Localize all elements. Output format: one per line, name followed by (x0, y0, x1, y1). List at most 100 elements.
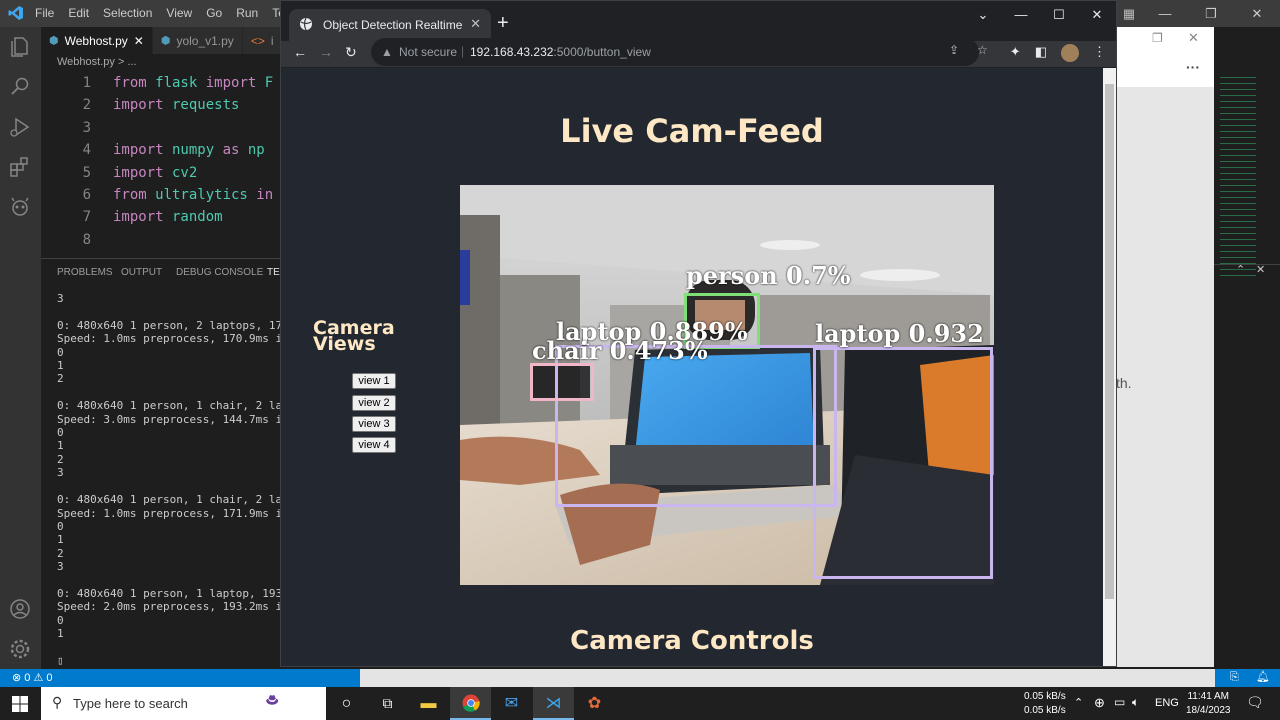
close-panel-icon[interactable]: ✕ (1256, 263, 1265, 276)
task-view-icon[interactable]: ⧉ (367, 687, 408, 720)
windows-start-icon[interactable] (12, 696, 28, 712)
editor-tabs: ⬢ Webhost.py ✕ ⬢ yolo_v1.py <> i (41, 27, 301, 54)
minimize-button[interactable]: — (1002, 1, 1040, 31)
extensions-icon[interactable] (8, 155, 32, 179)
close-button[interactable]: ✕ (1234, 6, 1280, 22)
menu-file[interactable]: File (35, 6, 63, 20)
search-placeholder: Type here to search (73, 696, 188, 711)
explorer-icon[interactable] (8, 35, 32, 59)
search-highlight-icon[interactable]: 🎩︎ (266, 689, 278, 715)
menu-view[interactable]: View (166, 6, 201, 20)
bookmark-star-icon[interactable]: ☆ (977, 43, 988, 57)
tab-yolo[interactable]: ⬢ yolo_v1.py (152, 27, 243, 54)
menu-selection[interactable]: Selection (103, 6, 161, 20)
bg-restore-icon[interactable]: ❐ (1152, 31, 1163, 45)
identifier: ultralytics (146, 187, 257, 203)
line-number: 2 (82, 97, 91, 114)
close-button[interactable]: ✕ (1078, 1, 1116, 31)
close-tab-icon[interactable]: ✕ (134, 34, 144, 48)
action-center-icon[interactable]: 🗨︎ (1246, 694, 1264, 711)
language-indicator[interactable]: ENG (1155, 697, 1179, 709)
taskbar-search-box[interactable]: ⚲ Type here to search 🎩︎ (41, 687, 326, 720)
restore-button[interactable]: ❐ (1188, 6, 1234, 22)
chrome-taskbar-icon[interactable] (450, 687, 491, 720)
forward-arrow-icon[interactable]: → (319, 44, 333, 60)
file-explorer-icon[interactable]: ▬ (408, 687, 449, 720)
chrome-menu-icon[interactable]: ⋮ (1093, 44, 1106, 62)
tab-label: Webhost.py (64, 33, 128, 48)
chevron-up-icon[interactable]: ⌃ (1236, 263, 1245, 276)
tab-title: Object Detection Realtime (323, 18, 463, 32)
view-2-button[interactable]: view 2 (352, 395, 396, 411)
page-scrollbar[interactable] (1103, 68, 1116, 666)
code-line: 2 import requests (41, 94, 240, 116)
extensions-puzzle-icon[interactable]: ✦ (1010, 44, 1021, 62)
tab-debug-console[interactable]: DEBUG CONSOLE (176, 267, 263, 278)
feedback-icon[interactable]: ⎘ (1230, 671, 1239, 684)
profile-avatar[interactable] (1061, 44, 1079, 62)
cortana-icon[interactable]: ○ (326, 687, 367, 720)
menu-go[interactable]: Go (206, 6, 231, 20)
not-secure-label[interactable]: Not secure (399, 45, 457, 59)
new-tab-button[interactable]: + (497, 12, 509, 35)
line-number: 5 (82, 164, 91, 181)
battery-icon[interactable]: ▭ (1114, 695, 1125, 709)
clock[interactable]: 11:41 AM 18/4/2023 (1186, 690, 1231, 718)
bg-window-bottom (360, 669, 1215, 687)
app-taskbar-icon[interactable]: ✿ (574, 687, 615, 720)
layout-custom-icon[interactable]: ▦ (1118, 3, 1140, 25)
bg-window-text: th. (1116, 375, 1132, 391)
share-icon[interactable]: ⇪ (949, 43, 959, 57)
notifications-bell-icon[interactable]: 🔔︎ (1256, 670, 1270, 683)
tab-webhost[interactable]: ⬢ Webhost.py ✕ (41, 27, 153, 54)
chrome-toolbar: ← → ↻ ▲ Not secure | 192.168.43.232:5000… (281, 38, 1116, 67)
minimize-button[interactable]: — (1142, 6, 1188, 21)
scrollbar-thumb[interactable] (1105, 84, 1114, 599)
tab-output[interactable]: OUTPUT (121, 267, 162, 278)
back-arrow-icon[interactable]: ← (293, 44, 307, 60)
tab-search-icon[interactable]: ⌄ (964, 1, 1002, 31)
settings-gear-icon[interactable] (8, 637, 32, 661)
tab-other[interactable]: <> i (242, 27, 283, 54)
url-path: :5000/button_view (553, 45, 651, 59)
view-1-button[interactable]: view 1 (352, 373, 396, 389)
tab-problems[interactable]: PROBLEMS (57, 267, 113, 278)
pane-divider (1214, 264, 1280, 265)
menu-run[interactable]: Run (236, 6, 267, 20)
network-globe-icon[interactable]: ⊕ (1094, 695, 1105, 711)
tray-chevron-icon[interactable]: ⌃ (1074, 696, 1083, 709)
problems-status[interactable]: ⊗ 0 ⚠ 0 (12, 671, 52, 684)
bg-more-icon[interactable]: ··· (1186, 59, 1200, 75)
tab-label: i (270, 33, 274, 48)
separator: | (461, 44, 465, 58)
search-icon[interactable] (8, 75, 32, 99)
menu-edit[interactable]: Edit (68, 6, 98, 20)
keyword: import (113, 209, 164, 226)
clock-date: 18/4/2023 (1186, 705, 1231, 716)
view-4-button[interactable]: view 4 (352, 437, 396, 453)
address-bar[interactable]: ▲ Not secure | 192.168.43.232:5000/butto… (371, 38, 988, 66)
mail-icon[interactable]: ✉ (491, 687, 532, 720)
account-icon[interactable] (8, 597, 32, 621)
maximize-button[interactable]: ☐ (1040, 1, 1078, 31)
run-debug-icon[interactable] (8, 115, 32, 139)
alien-extension-icon[interactable] (8, 195, 32, 219)
vscode-taskbar-icon[interactable]: ⋊ (533, 687, 574, 720)
identifier: requests (163, 97, 240, 114)
breadcrumb[interactable]: Webhost.py > ... (57, 56, 137, 68)
reload-icon[interactable]: ↻ (345, 44, 357, 61)
view-3-button[interactable]: view 3 (352, 416, 396, 432)
code-editor[interactable]: 1 from flask import F 2 import requests 3 4 im… (41, 72, 286, 257)
close-tab-icon[interactable]: ✕ (470, 16, 481, 32)
side-panel-icon[interactable]: ◧ (1035, 44, 1047, 62)
volume-icon[interactable]: 🔈︎ (1132, 695, 1139, 710)
detection-label-chair: chair 0.473% (532, 336, 708, 365)
keyword: from (113, 75, 147, 91)
bg-close-icon[interactable]: ✕ (1188, 30, 1199, 46)
browser-tab[interactable]: Object Detection Realtime ✕ (289, 9, 491, 41)
terminal-output[interactable]: 3 0: 480x640 1 person, 2 laptops, 170.9m… (57, 292, 287, 670)
warning-icon[interactable]: ▲ (381, 45, 393, 59)
line-number: 6 (82, 187, 91, 203)
url-text[interactable]: 192.168.43.232:5000/button_view (470, 45, 651, 59)
panel-tabs: PROBLEMS OUTPUT DEBUG CONSOLE TER (41, 258, 287, 284)
